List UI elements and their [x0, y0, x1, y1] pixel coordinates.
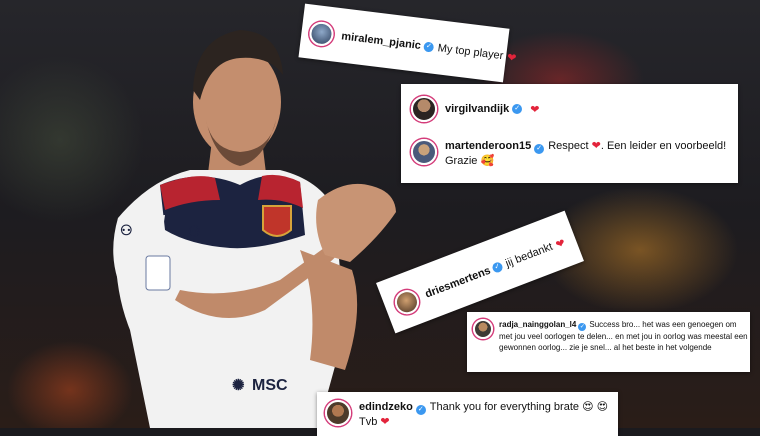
comment-username[interactable]: driesmertens — [423, 265, 492, 301]
heart-icon: ❤ — [591, 140, 601, 152]
verified-badge-icon: ✓ — [578, 323, 587, 331]
heart-icon: ❤ — [506, 51, 518, 65]
comment-body: edindzeko ✓ Thank you for everything brate… — [359, 400, 614, 430]
comment-card-nainggolan: radja_nainggolan_l4 ✓ Success bro... het w… — [467, 312, 750, 372]
heart-icon: ❤ — [380, 416, 390, 428]
heart-eyes-emoji: 😍 😍 — [582, 401, 609, 413]
kappa-logo-chest: ⚇ — [188, 223, 201, 239]
comment-body: radja_nainggolan_l4 ✓ Success bro... het w… — [499, 319, 750, 353]
club-crest — [262, 205, 292, 237]
heart-icon: ❤ — [530, 103, 540, 116]
avatar[interactable] — [411, 139, 437, 165]
avatar[interactable] — [391, 286, 423, 318]
comment-username[interactable]: edindzeko — [359, 401, 413, 413]
comment-card-vandijk-deroon: virgilvandijk ✓ ❤ martenderoon15 ✓ Respect… — [401, 84, 738, 183]
comment-text: Tvb — [359, 416, 378, 428]
verified-badge-icon: ✓ — [534, 144, 545, 154]
comment-text: Respect — [548, 140, 589, 152]
avatar[interactable] — [411, 96, 437, 122]
verified-badge-icon: ✓ — [491, 260, 505, 274]
smiling-face-hearts-emoji: 🥰 — [480, 155, 495, 167]
player-hands — [316, 183, 396, 262]
comment-body: martenderoon15 ✓ Respect ❤. Een leider en … — [445, 139, 735, 169]
comment-username[interactable]: radja_nainggolan_l4 — [499, 320, 576, 329]
verified-badge-icon: ✓ — [423, 41, 435, 53]
heart-icon: ❤ — [554, 236, 567, 252]
jersey-sponsor: ✺ — [232, 377, 245, 394]
sleeve-badge — [145, 255, 171, 291]
comment-text: jij bedankt — [503, 240, 555, 270]
comment-username[interactable]: virgilvandijk — [445, 103, 509, 115]
verified-badge-icon: ✓ — [512, 104, 523, 114]
comment-text: My top player — [436, 42, 504, 63]
jersey-sponsor-text: MSC — [252, 377, 288, 394]
comment-username[interactable]: miralem_pjanic — [341, 30, 422, 52]
comment-username[interactable]: martenderoon15 — [445, 140, 531, 152]
avatar[interactable] — [473, 319, 493, 339]
comment-card-dzeko: edindzeko ✓ Thank you for everything brate… — [317, 392, 618, 436]
verified-badge-icon: ✓ — [415, 405, 426, 415]
comment-text: Thank you for everything brate — [429, 401, 579, 413]
avatar[interactable] — [325, 400, 351, 426]
kappa-logo-sleeve: ⚇ — [120, 222, 133, 238]
avatar[interactable] — [308, 20, 335, 48]
